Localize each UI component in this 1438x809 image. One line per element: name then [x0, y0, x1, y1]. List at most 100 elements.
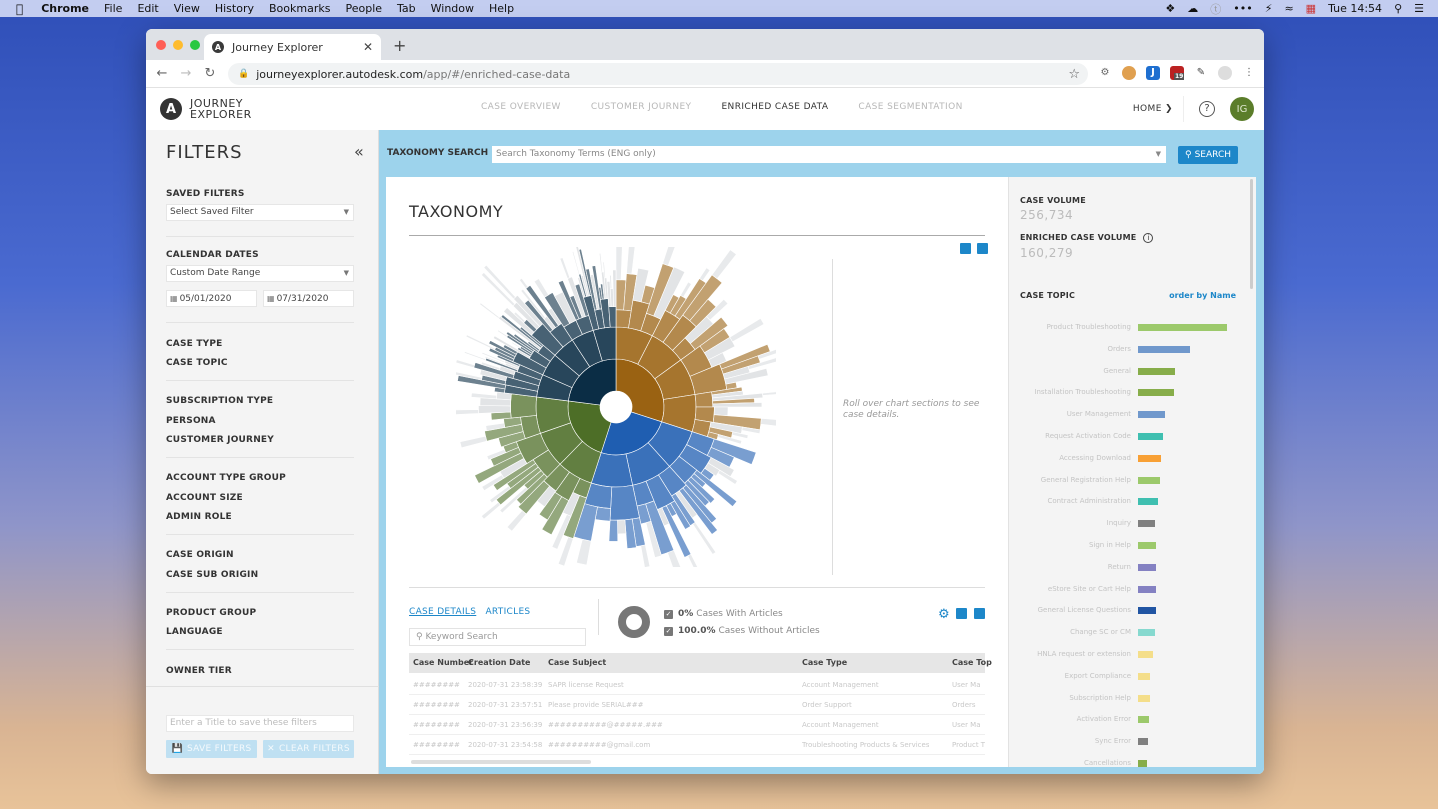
- open-external-icon[interactable]: [960, 243, 971, 254]
- sunburst-leaf-segment[interactable]: [456, 409, 479, 415]
- menu-history[interactable]: History: [215, 2, 254, 15]
- case-topic-row[interactable]: General: [1009, 363, 1256, 381]
- saved-filters-select[interactable]: Select Saved Filter ▼: [166, 204, 354, 221]
- case-topic-row[interactable]: Activation Error: [1009, 711, 1256, 729]
- case-topic-bar[interactable]: [1138, 694, 1150, 702]
- sunburst-segment[interactable]: [608, 306, 617, 328]
- table-row[interactable]: ######## 2020-07-31 23:57:51 Please prov…: [409, 695, 985, 715]
- case-topic-bar[interactable]: [1138, 476, 1161, 484]
- filter-persona[interactable]: PERSONA: [166, 416, 216, 426]
- col-case-topic[interactable]: Case Top: [952, 653, 992, 673]
- filter-title-input[interactable]: Enter a Title to save these filters: [166, 715, 354, 732]
- case-topic-row[interactable]: Request Activation Code: [1009, 428, 1256, 446]
- filter-customer-journey[interactable]: CUSTOMER JOURNEY: [166, 435, 274, 445]
- ublock-extension-icon[interactable]: 19: [1170, 66, 1185, 80]
- filter-owner-tier[interactable]: OWNER TIER: [166, 666, 232, 676]
- user-avatar[interactable]: IG: [1230, 97, 1254, 121]
- case-topic-bar[interactable]: [1138, 585, 1156, 593]
- profile-icon[interactable]: [1218, 66, 1232, 80]
- sunburst-leaf-segment[interactable]: [617, 519, 627, 535]
- sunburst-leaf-segment[interactable]: [640, 544, 651, 567]
- apple-icon[interactable]: : [16, 2, 23, 16]
- vertical-scrollbar[interactable]: [1250, 179, 1253, 289]
- sunburst-leaf-segment[interactable]: [506, 510, 527, 532]
- case-topic-row[interactable]: Sign in Help: [1009, 537, 1256, 555]
- case-topic-row[interactable]: Product Troubleshooting: [1009, 319, 1256, 337]
- case-topic-bar[interactable]: [1138, 498, 1158, 506]
- case-topic-bar[interactable]: [1138, 367, 1176, 375]
- info-icon[interactable]: i: [1143, 233, 1154, 243]
- sunburst-leaf-segment[interactable]: [711, 249, 737, 280]
- col-creation-date[interactable]: Creation Date: [468, 653, 530, 673]
- back-icon[interactable]: ←: [150, 66, 174, 81]
- menu-view[interactable]: View: [174, 2, 200, 15]
- sunburst-leaf-segment[interactable]: [713, 406, 729, 417]
- sunburst-leaf-segment[interactable]: [478, 405, 511, 414]
- sunburst-leaf-segment[interactable]: [496, 329, 508, 338]
- filter-case-topic[interactable]: CASE TOPIC: [166, 358, 228, 368]
- case-topic-row[interactable]: HNLA request or extension: [1009, 646, 1256, 664]
- case-topic-bar[interactable]: [1138, 454, 1162, 462]
- tab-case-overview[interactable]: CASE OVERVIEW: [471, 88, 571, 131]
- sunburst-leaf-segment[interactable]: [667, 549, 683, 567]
- collapse-sidebar-icon[interactable]: «: [354, 142, 364, 161]
- case-topic-bar[interactable]: [1138, 672, 1151, 680]
- case-topic-bar[interactable]: [1138, 629, 1155, 637]
- menu-bookmarks[interactable]: Bookmarks: [269, 2, 330, 15]
- sunburst-leaf-segment[interactable]: [518, 277, 529, 289]
- table-row[interactable]: ######## 2020-07-31 23:56:39 ##########@…: [409, 715, 985, 735]
- checkbox-checked-icon[interactable]: ✓: [664, 609, 673, 619]
- case-topic-row[interactable]: Contract Administration: [1009, 493, 1256, 511]
- keyword-search-input[interactable]: ⚲ Keyword Search: [409, 628, 586, 646]
- date-to-input[interactable]: ▦ 07/31/2020: [263, 290, 354, 307]
- help-icon[interactable]: ?: [1199, 101, 1215, 117]
- bolt-icon[interactable]: ⚡: [1265, 2, 1273, 15]
- legend-without-articles[interactable]: ✓ 100.0% Cases Without Articles: [664, 626, 820, 636]
- sunburst-segment[interactable]: [510, 393, 537, 419]
- menu-people[interactable]: People: [345, 2, 382, 15]
- export-icon[interactable]: [977, 243, 988, 254]
- sunburst-leaf-segment[interactable]: [459, 435, 488, 449]
- home-link[interactable]: HOME ❯: [1133, 96, 1184, 122]
- filter-account-type-group[interactable]: ACCOUNT TYPE GROUP: [166, 473, 286, 483]
- menu-window[interactable]: Window: [431, 2, 474, 15]
- browser-tab[interactable]: A Journey Explorer ✕: [204, 34, 381, 60]
- case-topic-row[interactable]: General License Questions: [1009, 602, 1256, 620]
- sunburst-leaf-segment[interactable]: [760, 418, 776, 427]
- case-topic-row[interactable]: eStore Site or Cart Help: [1009, 581, 1256, 599]
- sunburst-leaf-segment[interactable]: [729, 318, 765, 343]
- order-by-name-link[interactable]: order by Name: [1169, 291, 1236, 300]
- menu-edit[interactable]: Edit: [137, 2, 158, 15]
- sunburst-leaf-segment[interactable]: [598, 252, 603, 273]
- filter-case-sub-origin[interactable]: CASE SUB ORIGIN: [166, 570, 258, 580]
- case-topic-row[interactable]: General Registration Help: [1009, 472, 1256, 490]
- filter-product-group[interactable]: PRODUCT GROUP: [166, 608, 256, 618]
- menu-tab[interactable]: Tab: [397, 2, 416, 15]
- case-topic-bar[interactable]: [1138, 389, 1174, 397]
- case-topic-bar[interactable]: [1138, 716, 1149, 724]
- case-topic-bar[interactable]: [1138, 760, 1147, 767]
- case-topic-bar[interactable]: [1138, 345, 1190, 353]
- zoom-window-button[interactable]: [190, 40, 200, 50]
- case-topic-bar[interactable]: [1138, 607, 1156, 615]
- clock[interactable]: Tue 14:54: [1328, 2, 1382, 15]
- dropbox-icon[interactable]: ❖: [1165, 2, 1175, 15]
- sunburst-leaf-segment[interactable]: [470, 392, 497, 400]
- taxonomy-sunburst-chart[interactable]: [456, 247, 776, 567]
- reload-icon[interactable]: ↻: [198, 66, 222, 81]
- filter-case-type[interactable]: CASE TYPE: [166, 339, 223, 349]
- case-topic-row[interactable]: Export Compliance: [1009, 668, 1256, 686]
- case-topic-bar[interactable]: [1138, 520, 1155, 528]
- open-external-icon[interactable]: [956, 608, 967, 619]
- clear-filters-button[interactable]: ✕ CLEAR FILTERS: [263, 740, 354, 758]
- puzzle-extension-icon[interactable]: ✎: [1194, 66, 1208, 80]
- tab-case-details[interactable]: CASE DETAILS: [409, 607, 476, 617]
- forward-icon[interactable]: →: [174, 66, 198, 81]
- tab-articles[interactable]: ARTICLES: [485, 607, 530, 617]
- sunburst-leaf-segment[interactable]: [594, 506, 611, 522]
- sunburst-leaf-segment[interactable]: [559, 257, 571, 279]
- filter-case-origin[interactable]: CASE ORIGIN: [166, 550, 234, 560]
- col-case-type[interactable]: Case Type: [802, 653, 847, 673]
- filter-language[interactable]: LANGUAGE: [166, 627, 223, 637]
- tab-customer-journey[interactable]: CUSTOMER JOURNEY: [581, 88, 702, 131]
